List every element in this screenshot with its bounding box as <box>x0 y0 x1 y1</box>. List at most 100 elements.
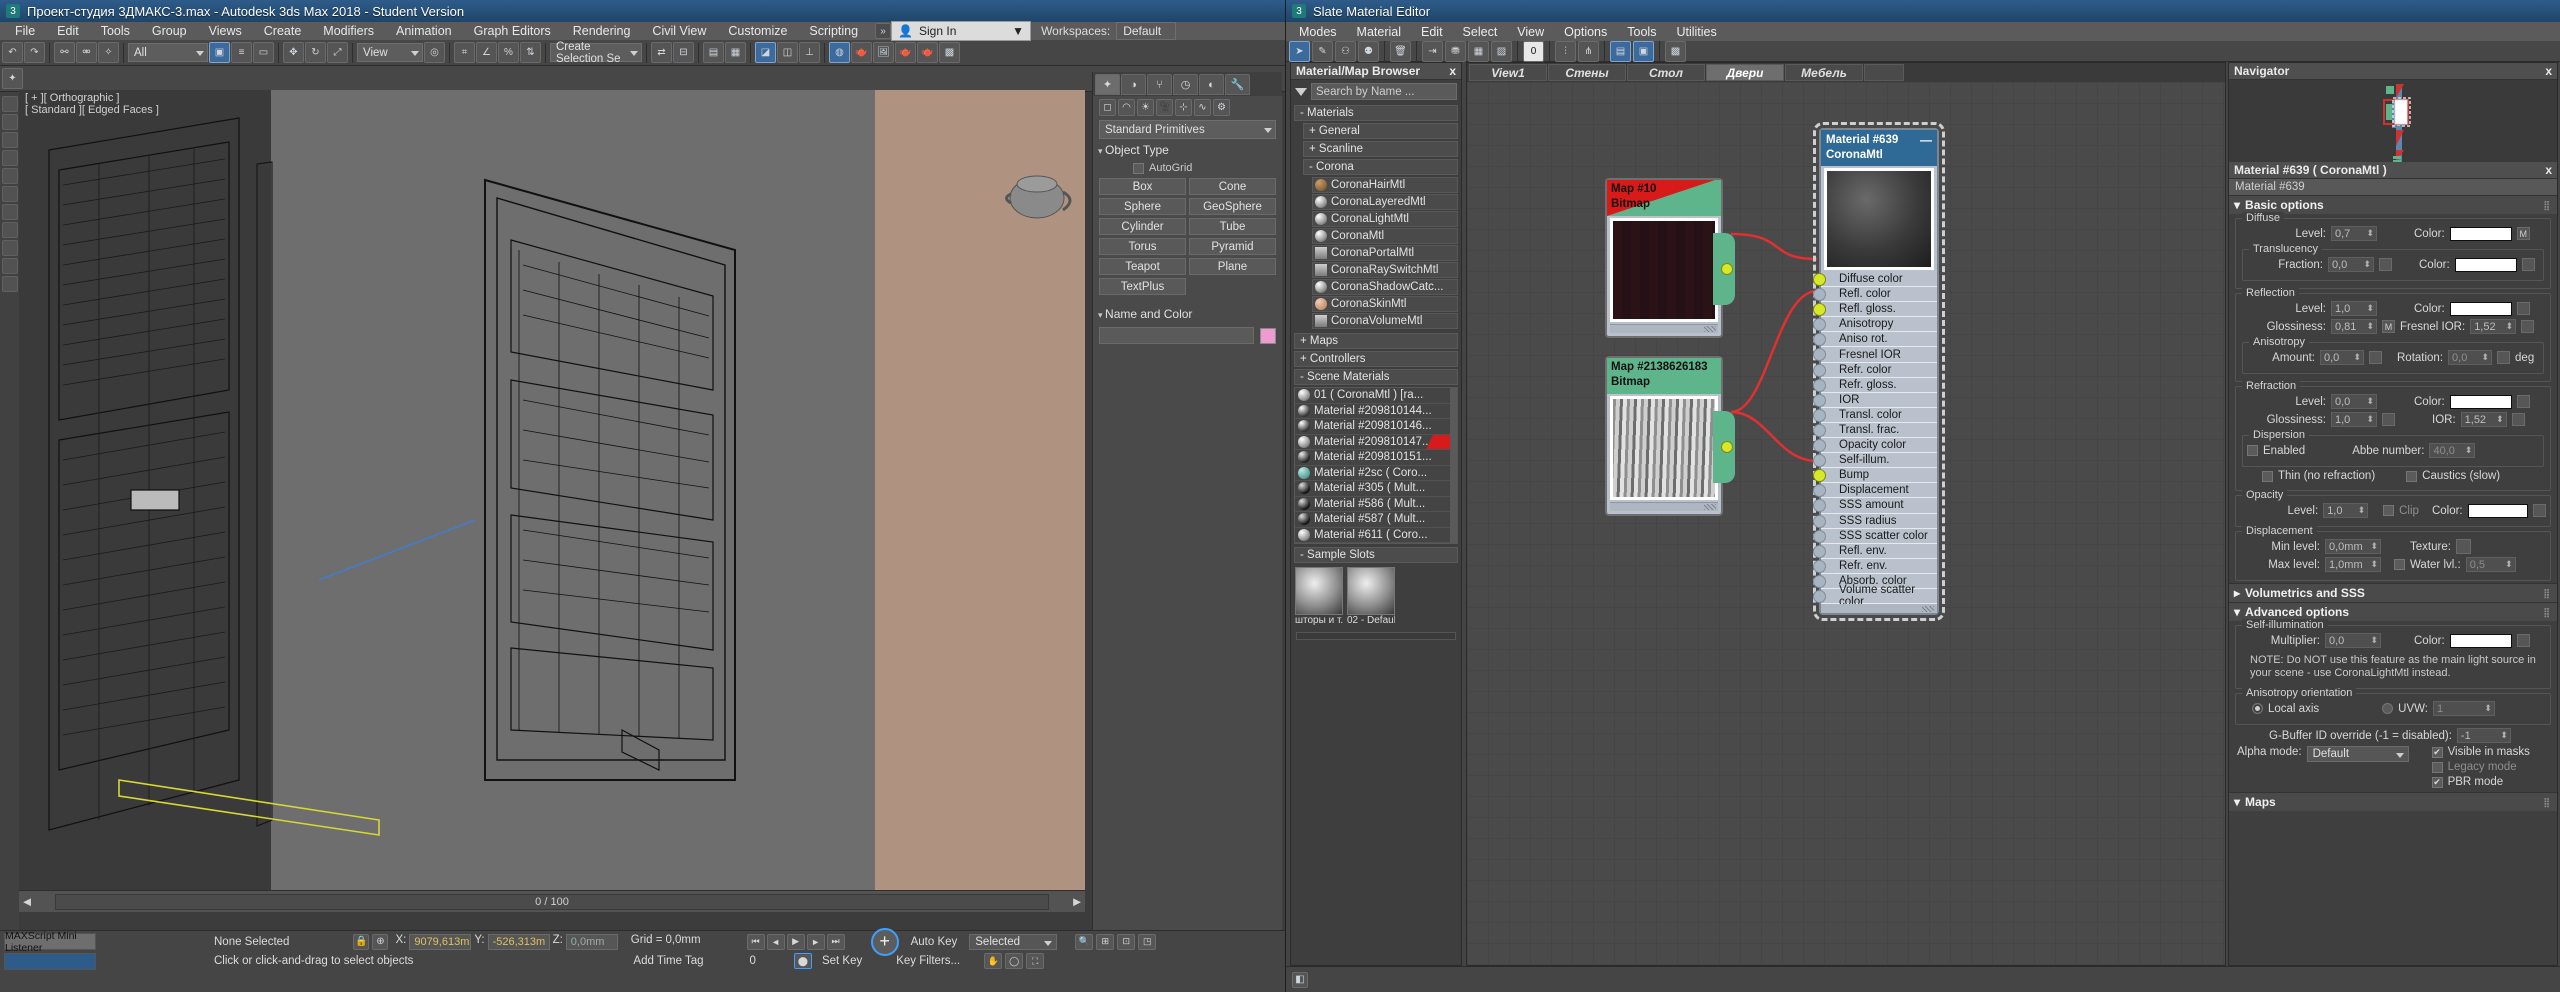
chevron-down-icon[interactable] <box>1295 87 1307 96</box>
browser-item-coronamtl[interactable]: CoronaMtl <box>1312 228 1458 244</box>
menu-graph-editors[interactable]: Graph Editors <box>463 23 562 39</box>
hierarchy-tab[interactable]: ⑂ <box>1147 74 1172 95</box>
list-item[interactable]: Material #209810144... <box>1295 404 1457 419</box>
go-to-end-icon[interactable]: ⏭ <box>826 933 845 950</box>
warps-create-icon[interactable]: ∿ <box>1194 99 1211 116</box>
select-by-material-icon[interactable]: ▩ <box>1665 40 1686 62</box>
displacement-max-row[interactable]: Max level: 1,0mm Water lvl.: 0,5 <box>2240 557 2546 572</box>
render-activeshade-icon[interactable]: ▩ <box>939 42 960 63</box>
schematic-view-icon[interactable]: ◫ <box>777 42 798 63</box>
browser-item-coronahairmtl[interactable]: CoronaHairMtl <box>1312 177 1458 193</box>
refraction-ior-map-button[interactable] <box>2511 413 2525 426</box>
alpha-mode-combo[interactable]: Default <box>2306 746 2409 762</box>
group-corona[interactable]: - Corona <box>1303 159 1458 175</box>
socket-sss-scatter-color[interactable]: SSS scatter color <box>1813 528 1937 544</box>
sample-slot-thumbnail[interactable] <box>1347 567 1395 615</box>
rollout-volumetrics-sss[interactable]: ▸ Volumetrics and SSS ⣿ <box>2229 583 2557 602</box>
time-slider[interactable]: ◄ 0 / 100 ► <box>19 890 1085 912</box>
uvw-spinner[interactable]: 1 <box>2432 701 2495 716</box>
node-minimize-icon[interactable]: — <box>1920 133 1932 148</box>
timeline-prev-icon[interactable]: ◄ <box>19 894 35 909</box>
select-region-icon[interactable]: ▭ <box>253 42 274 63</box>
group-general[interactable]: + General <box>1303 123 1458 139</box>
translucency-color-map-button[interactable] <box>2521 258 2535 271</box>
add-time-tag-label[interactable]: Add Time Tag <box>633 955 703 967</box>
properties-icon[interactable] <box>1 276 18 292</box>
input-pin[interactable] <box>1813 423 1826 437</box>
key-filter-selected-combo[interactable]: Selected <box>969 933 1058 950</box>
angle-snap-icon[interactable]: ∠ <box>476 42 497 63</box>
edit-icon[interactable] <box>1 186 18 202</box>
previous-frame-icon[interactable]: ◄ <box>766 933 785 950</box>
visible-in-masks-checkbox[interactable]: ✔ <box>2431 746 2443 758</box>
reflection-level-spinner[interactable]: 1,0 <box>2331 301 2377 316</box>
time-slider-track[interactable]: 0 / 100 <box>55 893 1049 910</box>
command-panel[interactable]: ✦ ◑ ⑂ ◷ ◐ 🔧 ◻ ◠ ☀ 🎥 ⊹ ∿ ⚙ Standard Primi… <box>1092 72 1282 930</box>
sign-in-button[interactable]: 👤 Sign In ▼ <box>891 21 1032 41</box>
socket-transl-frac[interactable]: Transl. frac. <box>1813 422 1937 439</box>
tab-mebel[interactable]: Мебель <box>1785 64 1863 81</box>
menu-scripting[interactable]: Scripting <box>798 23 869 39</box>
viewport-nav-controls[interactable]: 🔍 ⊞ ⊡ ◳ <box>1075 933 1157 950</box>
rollout-basic-options[interactable]: ▾ Basic options ⣿ Diffuse Level: 0,7 Col… <box>2229 195 2557 581</box>
input-pin[interactable] <box>1813 303 1826 317</box>
menu-create[interactable]: Create <box>253 23 313 39</box>
refraction-level-row[interactable]: Level: 0,0 Color: <box>2240 394 2546 409</box>
reflection-color-swatch[interactable] <box>2449 301 2512 316</box>
tab-stol[interactable]: Стол <box>1627 64 1705 81</box>
y-value[interactable]: -526,313m <box>487 933 550 950</box>
group-controllers[interactable]: + Controllers <box>1294 351 1458 367</box>
pivot-center-icon[interactable]: ◎ <box>424 42 445 63</box>
list-item-selected[interactable]: Material #209810147... <box>1295 434 1457 450</box>
socket-refr-env[interactable]: Refr. env. <box>1813 558 1937 574</box>
diffuse-map-button[interactable]: M <box>2516 227 2530 240</box>
selection-filter-combo[interactable]: All <box>128 43 208 62</box>
tube-button[interactable]: Tube <box>1189 218 1276 235</box>
mirror-icon[interactable]: ⇄ <box>651 42 672 63</box>
plane-button[interactable]: Plane <box>1189 258 1276 275</box>
slate-menu-options[interactable]: Options <box>1554 24 1617 40</box>
key-filters-button[interactable]: Key Filters... <box>896 955 960 967</box>
sample-slots[interactable]: шторы и т... 02 - Default <box>1291 563 1461 630</box>
reflection-gloss-spinner[interactable]: 0,81 <box>2331 319 2377 334</box>
opacity-level-spinner[interactable]: 1,0 <box>2323 503 2369 518</box>
aniso-amount-map-button[interactable] <box>2369 351 2382 364</box>
opacity-color-swatch[interactable] <box>2467 503 2529 518</box>
node-output-socket[interactable] <box>1713 411 1735 484</box>
slate-toolbar[interactable]: ➤ ✎ ⚇ ⚉ 🗑 ⇥ ⛃ ▦ ▨ 0 ⫶ ⋔ ▤ ▣ ▩ – <box>1286 40 2560 62</box>
go-to-start-icon[interactable]: ⏮ <box>746 933 765 950</box>
populate-icon[interactable] <box>1 168 18 184</box>
menu-overflow-icon[interactable]: » <box>875 23 892 39</box>
translucency-fraction-map-button[interactable] <box>2379 258 2392 271</box>
containers-icon[interactable]: ⊥ <box>799 42 820 63</box>
input-pin[interactable] <box>1813 574 1826 588</box>
browser-tree[interactable]: - Materials + General + Scanline - Coron… <box>1294 105 1458 385</box>
gbuffer-spinner[interactable]: -1 <box>2456 728 2511 743</box>
input-pin[interactable] <box>1813 484 1826 498</box>
tab-empty[interactable] <box>1864 64 1904 81</box>
spinner-snap-icon[interactable]: ⇅ <box>520 42 541 63</box>
fresnel-ior-map-button[interactable] <box>2521 320 2535 333</box>
list-item[interactable]: Material #2sc ( Coro... <box>1295 466 1457 481</box>
slate-menu-material[interactable]: Material <box>1347 24 1411 40</box>
autogrid-row[interactable]: AutoGrid <box>1093 159 1282 178</box>
node-thumbnail[interactable] <box>1610 396 1718 500</box>
node-thumbnail[interactable] <box>1824 168 1934 270</box>
aniso-amount-spinner[interactable]: 0,0 <box>2320 350 2364 365</box>
anisotropy-row[interactable]: Amount: 0,0 Rotation: 0,0 deg <box>2247 350 2539 365</box>
node-map-2138626183[interactable]: Map #2138626183 Bitmap <box>1605 356 1735 516</box>
curve-editor-icon[interactable]: ◪ <box>755 42 776 63</box>
select-rotate-icon[interactable]: ↻ <box>305 42 326 63</box>
menu-modifiers[interactable]: Modifiers <box>312 23 385 39</box>
move-children-icon[interactable]: ⇥ <box>1422 40 1443 62</box>
textplus-button[interactable]: TextPlus <box>1099 278 1186 295</box>
group-scanline[interactable]: + Scanline <box>1303 141 1458 157</box>
name-and-color-rollout[interactable]: Name and Color <box>1098 307 1277 321</box>
pbr-mode-checkbox[interactable]: ✔ <box>2431 776 2443 788</box>
undo-icon[interactable]: ↶ <box>2 42 23 63</box>
material-map-browser[interactable]: Material/Map Browser x Search by Name ..… <box>1290 62 1462 966</box>
field-of-view-icon[interactable]: ◳ <box>1138 933 1157 950</box>
select-object-icon[interactable]: ▣ <box>209 42 230 63</box>
timeline-next-icon[interactable]: ► <box>1069 894 1085 909</box>
browser-search-row[interactable]: Search by Name ... <box>1291 80 1461 103</box>
